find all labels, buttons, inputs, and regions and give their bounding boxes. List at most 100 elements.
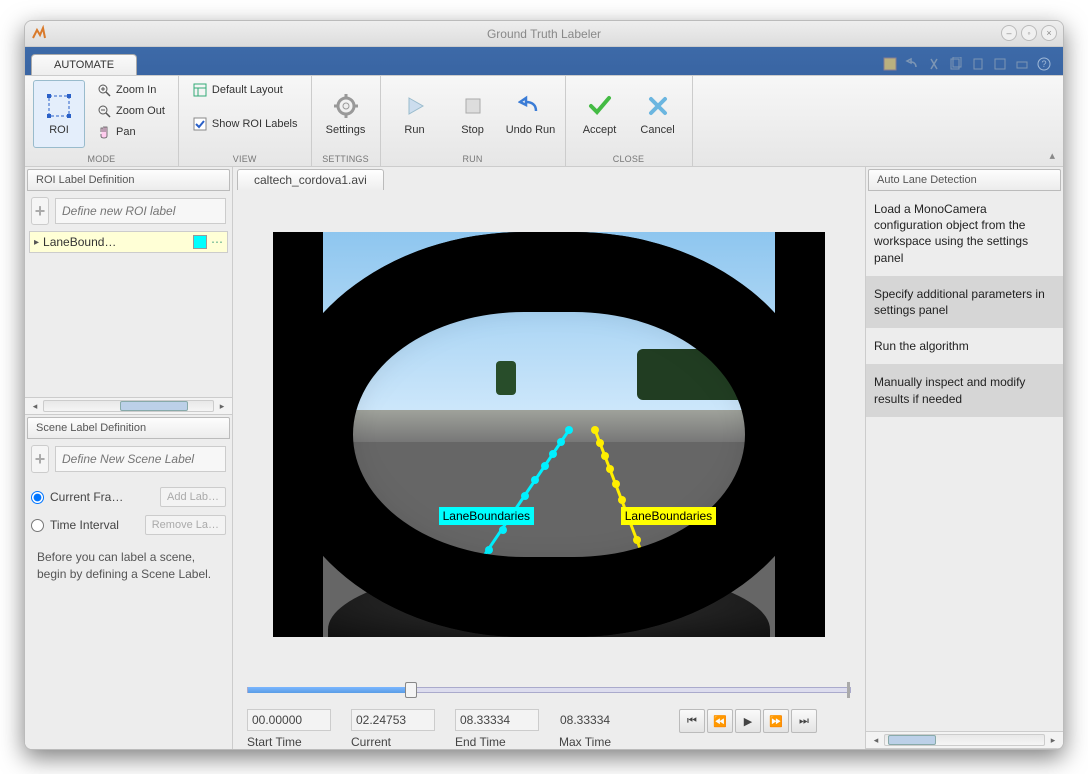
add-scene-button[interactable]: + bbox=[31, 445, 49, 473]
qat-copy-icon[interactable] bbox=[947, 55, 965, 73]
right-column: Auto Lane Detection Load a MonoCamera co… bbox=[865, 167, 1063, 749]
lane-label-cyan[interactable]: LaneBoundaries bbox=[439, 507, 534, 525]
radio-time-interval[interactable] bbox=[31, 519, 44, 532]
radio-current-frame[interactable] bbox=[31, 491, 44, 504]
right-scrollbar[interactable]: ◂ ▸ bbox=[866, 731, 1063, 749]
qat-new-icon[interactable] bbox=[991, 55, 1009, 73]
show-roi-labels-checkbox[interactable]: Show ROI Labels bbox=[187, 114, 303, 134]
cancel-button[interactable]: Cancel bbox=[632, 80, 684, 148]
step-3: Run the algorithm bbox=[866, 328, 1063, 364]
go-start-button[interactable]: ⏮ bbox=[679, 709, 705, 733]
scene-definition-panel: Scene Label Definition + Current Fra… Ad… bbox=[25, 415, 232, 597]
gear-icon bbox=[332, 92, 360, 120]
qat-save-icon[interactable] bbox=[881, 55, 899, 73]
svg-text:?: ? bbox=[1041, 59, 1046, 69]
step-4: Manually inspect and modify results if n… bbox=[866, 364, 1063, 416]
qat-undo-icon[interactable] bbox=[903, 55, 921, 73]
settings-button[interactable]: Settings bbox=[320, 80, 372, 148]
file-tab[interactable]: caltech_cordova1.avi bbox=[237, 169, 384, 190]
undo-icon bbox=[517, 92, 545, 120]
group-run: Run Stop Undo Run RUN bbox=[381, 76, 566, 166]
color-swatch bbox=[193, 235, 207, 249]
item-menu-icon[interactable]: ⋯ bbox=[211, 235, 223, 249]
group-view: Default Layout Show ROI Labels VIEW bbox=[179, 76, 312, 166]
zoom-in-button[interactable]: Zoom In bbox=[91, 80, 170, 100]
x-icon bbox=[644, 92, 672, 120]
accept-button[interactable]: Accept bbox=[574, 80, 626, 148]
step-2: Specify additional parameters in setting… bbox=[866, 276, 1063, 328]
end-time-field[interactable]: 08.33334 bbox=[455, 709, 539, 731]
collapse-ribbon-icon[interactable]: ▴ bbox=[1049, 149, 1055, 162]
scroll-right-icon[interactable]: ▸ bbox=[216, 400, 228, 412]
timeline-track[interactable] bbox=[247, 687, 851, 693]
roi-label-item[interactable]: ▸ LaneBound… ⋯ bbox=[29, 231, 228, 253]
right-panel-title: Auto Lane Detection bbox=[868, 169, 1061, 191]
group-mode: ROI Zoom In Zoom Out Pan MODE bbox=[25, 76, 179, 166]
window-title: Ground Truth Labeler bbox=[487, 27, 601, 41]
add-roi-button[interactable]: + bbox=[31, 197, 49, 225]
window-close-button[interactable]: × bbox=[1041, 25, 1057, 41]
pan-icon bbox=[96, 124, 112, 140]
group-mode-label: MODE bbox=[25, 154, 178, 164]
roi-scrollbar[interactable]: ◂ ▸ bbox=[25, 397, 232, 415]
group-settings-label: SETTINGS bbox=[312, 154, 380, 164]
play-button[interactable]: ▶ bbox=[735, 709, 761, 733]
roi-label: ROI bbox=[49, 124, 69, 136]
group-run-label: RUN bbox=[381, 154, 565, 164]
stop-icon bbox=[459, 92, 487, 120]
window-maximize-button[interactable]: ◦ bbox=[1021, 25, 1037, 41]
check-icon bbox=[586, 92, 614, 120]
scroll-right-icon[interactable]: ▸ bbox=[1047, 734, 1059, 746]
pan-button[interactable]: Pan bbox=[91, 122, 170, 142]
roi-definition-panel: ROI Label Definition + ▸ LaneBound… ⋯ bbox=[25, 167, 232, 397]
step-fwd-button[interactable]: ⏩ bbox=[763, 709, 789, 733]
current-time-field[interactable]: 02.24753 bbox=[351, 709, 435, 731]
group-close-label: CLOSE bbox=[566, 154, 692, 164]
step-back-button[interactable]: ⏪ bbox=[707, 709, 733, 733]
group-close: Accept Cancel CLOSE bbox=[566, 76, 693, 166]
checkbox-icon bbox=[192, 116, 208, 132]
ribbon: AUTOMATE ? ROI bbox=[25, 47, 1063, 167]
qat-paste-icon[interactable] bbox=[969, 55, 987, 73]
scroll-left-icon[interactable]: ◂ bbox=[29, 400, 41, 412]
titlebar: Ground Truth Labeler – ◦ × bbox=[25, 21, 1063, 47]
scene-panel-title: Scene Label Definition bbox=[27, 417, 230, 439]
left-column: ROI Label Definition + ▸ LaneBound… ⋯ bbox=[25, 167, 233, 749]
remove-label-button[interactable]: Remove La… bbox=[145, 515, 226, 535]
video-frame[interactable]: LaneBoundaries LaneBoundaries bbox=[273, 232, 825, 637]
scroll-left-icon[interactable]: ◂ bbox=[870, 734, 882, 746]
center-column: caltech_cordova1.avi bbox=[233, 167, 865, 749]
step-1: Load a MonoCamera configuration object f… bbox=[866, 191, 1063, 276]
quick-access-toolbar: ? bbox=[877, 53, 1057, 75]
qat-print-icon[interactable] bbox=[1013, 55, 1031, 73]
go-end-button[interactable]: ⏭ bbox=[791, 709, 817, 733]
timeline: 00.00000Start Time 02.24753Current 08.33… bbox=[233, 673, 865, 749]
group-settings: Settings SETTINGS bbox=[312, 76, 381, 166]
default-layout-button[interactable]: Default Layout bbox=[187, 80, 303, 100]
lane-label-yellow[interactable]: LaneBoundaries bbox=[621, 507, 716, 525]
group-view-label: VIEW bbox=[179, 154, 311, 164]
new-roi-input[interactable] bbox=[55, 198, 226, 224]
timeline-handle[interactable] bbox=[405, 682, 417, 698]
roi-panel-title: ROI Label Definition bbox=[27, 169, 230, 191]
zoom-out-button[interactable]: Zoom Out bbox=[91, 101, 170, 121]
add-label-button[interactable]: Add Lab… bbox=[160, 487, 226, 507]
zoom-out-icon bbox=[96, 103, 112, 119]
qat-cut-icon[interactable] bbox=[925, 55, 943, 73]
scene-info-text: Before you can label a scene, begin by d… bbox=[29, 539, 228, 593]
new-scene-input[interactable] bbox=[55, 446, 226, 472]
window-minimize-button[interactable]: – bbox=[1001, 25, 1017, 41]
qat-help-icon[interactable]: ? bbox=[1035, 55, 1053, 73]
video-viewport: LaneBoundaries LaneBoundaries bbox=[233, 190, 865, 673]
main-area: ROI Label Definition + ▸ LaneBound… ⋯ bbox=[25, 167, 1063, 749]
transport-controls: ⏮ ⏪ ▶ ⏩ ⏭ bbox=[679, 709, 817, 733]
expand-icon: ▸ bbox=[34, 237, 39, 248]
tab-automate[interactable]: AUTOMATE bbox=[31, 54, 137, 75]
stop-button[interactable]: Stop bbox=[447, 80, 499, 148]
layout-icon bbox=[192, 82, 208, 98]
start-time-field[interactable]: 00.00000 bbox=[247, 709, 331, 731]
app-window: Ground Truth Labeler – ◦ × AUTOMATE ? bbox=[24, 20, 1064, 750]
run-button[interactable]: Run bbox=[389, 80, 441, 148]
undo-run-button[interactable]: Undo Run bbox=[505, 80, 557, 148]
roi-button[interactable]: ROI bbox=[33, 80, 85, 148]
